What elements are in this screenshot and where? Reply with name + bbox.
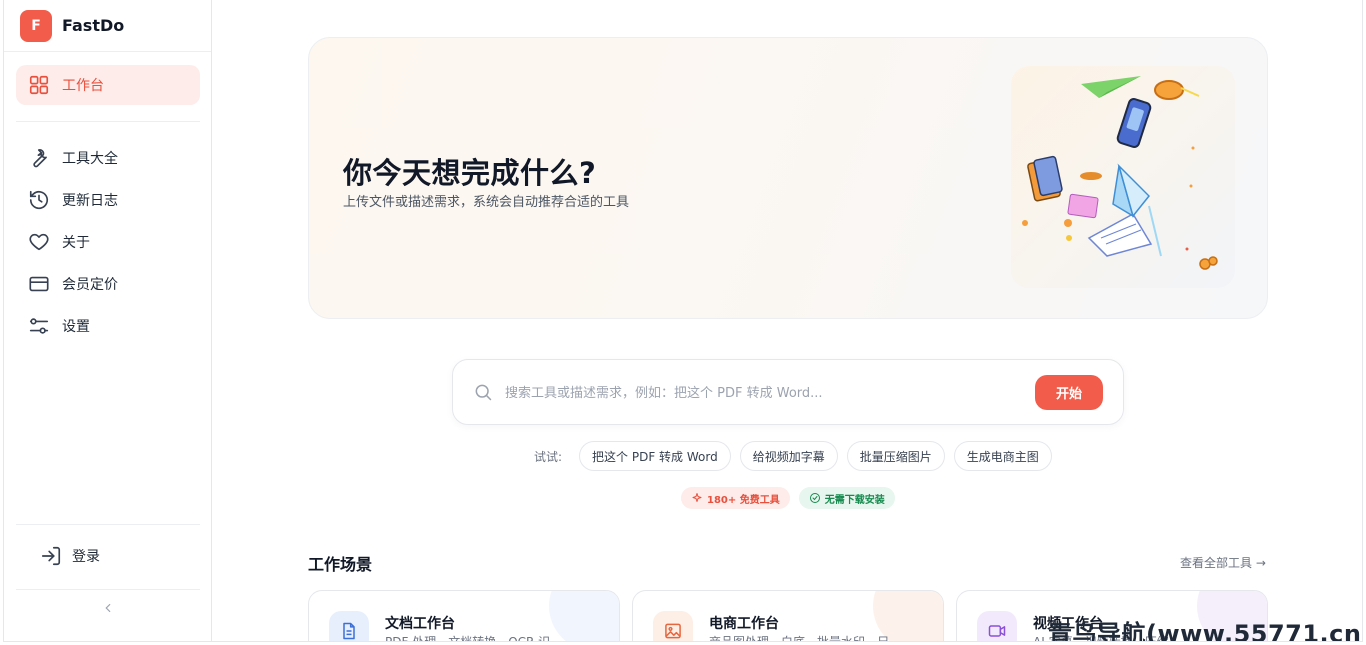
sidebar-item-changelog[interactable]: 更新日志 bbox=[16, 179, 200, 221]
suggestion-label: 试试: bbox=[534, 449, 563, 464]
no-install-badge: 无需下载安装 bbox=[798, 487, 895, 509]
hero-banner: 你今天想完成什么? 上传文件或描述需求，系统会自动推荐合适的工具 bbox=[308, 37, 1268, 319]
sidebar-item-tools[interactable]: 工具大全 bbox=[16, 137, 200, 179]
login-label: 登录 bbox=[72, 549, 100, 565]
document-icon bbox=[329, 611, 369, 641]
feature-badges: 180+ 免费工具 无需下载安装 bbox=[681, 487, 895, 509]
wrench-icon bbox=[28, 147, 50, 169]
search-box: 开始 bbox=[452, 359, 1124, 425]
divider bbox=[16, 589, 200, 590]
history-icon bbox=[28, 189, 50, 211]
chevron-left-icon bbox=[105, 603, 111, 613]
badge-text: 无需下载安装 bbox=[824, 494, 885, 506]
free-tools-badge: 180+ 免费工具 bbox=[681, 487, 790, 509]
credit-card-icon bbox=[28, 273, 50, 295]
brand[interactable]: F FastDo bbox=[4, 0, 211, 52]
search-icon bbox=[473, 382, 495, 404]
sidebar-nav: 工具大全 更新日志 关于 会员定价 设置 bbox=[16, 137, 200, 347]
divider bbox=[16, 121, 200, 122]
section-title: 工作场景 bbox=[308, 555, 373, 574]
suggestion-row: 试试: 把这个 PDF 转成 Word 给视频加字幕 批量压缩图片 生成电商主图 bbox=[534, 441, 1052, 471]
scene-card-document[interactable]: 文档工作台 PDF 处理、文档转换、OCR 识... bbox=[308, 590, 620, 642]
sidebar-item-label: 关于 bbox=[62, 235, 90, 251]
search-input[interactable] bbox=[505, 378, 1025, 408]
card-title: 文档工作台 bbox=[385, 616, 455, 632]
view-all-tools-link[interactable]: 查看全部工具 → bbox=[1180, 554, 1266, 571]
divider bbox=[16, 524, 200, 525]
suggestion-chip[interactable]: 把这个 PDF 转成 Word bbox=[579, 441, 731, 471]
sidebar: F FastDo 工作台 工具大全 更新日志 关于 会员定价 设置 登录 bbox=[4, 0, 212, 641]
grid-icon bbox=[28, 74, 50, 96]
sidebar-item-workbench[interactable]: 工作台 bbox=[16, 65, 200, 105]
check-circle-icon bbox=[809, 493, 820, 503]
login-button[interactable]: 登录 bbox=[40, 545, 100, 567]
suggestion-chip[interactable]: 给视频加字幕 bbox=[739, 441, 838, 471]
logo: F bbox=[20, 9, 52, 42]
sidebar-item-settings[interactable]: 设置 bbox=[16, 305, 200, 347]
video-icon bbox=[977, 611, 1017, 641]
sidebar-item-about[interactable]: 关于 bbox=[16, 221, 200, 263]
hero-illustration bbox=[1011, 66, 1235, 288]
sidebar-item-label: 工作台 bbox=[62, 78, 104, 94]
app-window: F FastDo 工作台 工具大全 更新日志 关于 会员定价 设置 登录 你今天… bbox=[3, 0, 1363, 642]
sliders-icon bbox=[28, 315, 50, 337]
suggestion-chip[interactable]: 批量压缩图片 bbox=[846, 441, 945, 471]
card-title: 电商工作台 bbox=[709, 616, 779, 632]
sparkle-icon bbox=[692, 493, 702, 502]
card-description: PDF 处理、文档转换、OCR 识... bbox=[385, 635, 562, 642]
start-button[interactable]: 开始 bbox=[1035, 375, 1103, 410]
watermark: 青鸟导航(www.55771.cn) bbox=[1048, 620, 1363, 642]
sidebar-item-label: 更新日志 bbox=[62, 193, 118, 209]
card-description: 商品图处理、白底、批量水印、尺... bbox=[709, 635, 901, 642]
image-icon bbox=[653, 611, 693, 641]
sidebar-item-label: 工具大全 bbox=[62, 151, 118, 167]
scene-card-ecommerce[interactable]: 电商工作台 商品图处理、白底、批量水印、尺... bbox=[632, 590, 944, 642]
sidebar-item-label: 会员定价 bbox=[62, 277, 118, 293]
suggestion-chip[interactable]: 生成电商主图 bbox=[953, 441, 1052, 471]
sidebar-item-label: 设置 bbox=[62, 319, 90, 335]
hero-subtitle: 上传文件或描述需求，系统会自动推荐合适的工具 bbox=[343, 195, 630, 210]
sidebar-item-pricing[interactable]: 会员定价 bbox=[16, 263, 200, 305]
badge-text: 180+ 免费工具 bbox=[707, 494, 780, 506]
heart-icon bbox=[28, 231, 50, 253]
hero-title: 你今天想完成什么? bbox=[343, 156, 597, 190]
brand-name: FastDo bbox=[62, 16, 125, 35]
login-icon bbox=[40, 545, 62, 567]
collapse-sidebar-button[interactable] bbox=[100, 600, 116, 616]
